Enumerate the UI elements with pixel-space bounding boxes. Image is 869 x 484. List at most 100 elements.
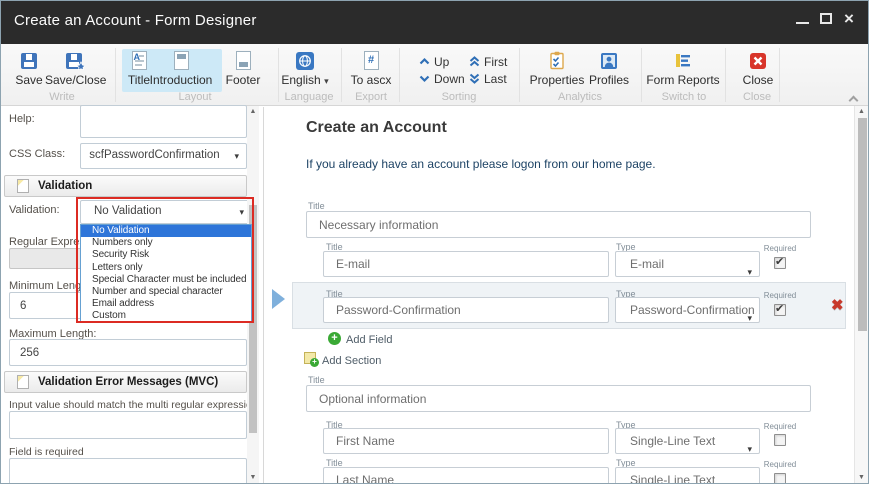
group-label-layout: Layout [178, 91, 212, 103]
form-scrollbar-thumb[interactable] [858, 118, 867, 331]
form-scrollbar[interactable]: ▲ ▼ [854, 106, 868, 483]
minimize-button[interactable] [793, 9, 813, 31]
save-icon [9, 50, 49, 71]
sort-down-button[interactable]: Down [419, 71, 465, 86]
close-window-button[interactable]: × [842, 9, 862, 31]
add-section-link[interactable]: Add Section [322, 355, 381, 367]
scroll-down-icon[interactable]: ▼ [855, 473, 868, 483]
close-form-button[interactable]: Close [734, 50, 782, 92]
chevron-down-icon: ▾ [239, 207, 244, 217]
group-label-write: Write [49, 91, 75, 103]
validation-option[interactable]: Special Character must be included [81, 274, 251, 286]
delete-field-icon[interactable]: ✖ [831, 296, 844, 314]
scroll-up-icon[interactable]: ▲ [247, 107, 259, 117]
required-label: Required [763, 460, 797, 469]
form-intro: If you already have an account please lo… [306, 157, 656, 171]
validation-section-header[interactable]: Validation [4, 175, 247, 197]
required-label: Required [763, 244, 797, 253]
field-title-input[interactable] [323, 297, 609, 323]
language-dropdown-button[interactable]: English ▾ [279, 50, 331, 92]
section-title-input[interactable] [306, 385, 811, 412]
toolbar-separator [725, 48, 726, 102]
save-close-icon [45, 50, 105, 71]
form-heading: Create an Account [306, 119, 447, 136]
field-type-select[interactable]: E-mail ▾ [615, 251, 760, 277]
chevron-down-icon: ▾ [747, 476, 752, 483]
required-checkbox[interactable] [774, 473, 786, 483]
group-label-export: Export [355, 91, 387, 103]
help-input[interactable] [80, 105, 247, 138]
double-chevron-down-icon [469, 73, 480, 84]
save-close-button[interactable]: Save/Close [45, 50, 106, 92]
sort-up-button[interactable]: Up [419, 54, 449, 69]
profiles-button[interactable]: Profiles [585, 50, 633, 92]
introduction-doc-icon [149, 50, 213, 71]
chevron-down-icon: ▾ [747, 313, 752, 323]
minimize-icon [796, 22, 809, 24]
required-checkbox[interactable] [774, 434, 786, 446]
validation-select[interactable]: No Validation ▾ [80, 200, 252, 224]
error-message-1-input[interactable] [9, 411, 247, 439]
maximum-length-input[interactable] [9, 339, 247, 366]
group-label-sorting: Sorting [441, 91, 477, 103]
footer-doc-icon [219, 50, 267, 71]
validation-option[interactable]: Numbers only [81, 237, 251, 249]
window-close-icon: × [844, 9, 854, 28]
validation-option[interactable]: Letters only [81, 262, 251, 274]
chevron-down-icon: ▾ [747, 444, 752, 454]
chevron-down-icon: ▾ [234, 151, 239, 161]
form-reports-button[interactable]: Form Reports [645, 50, 721, 92]
titlebar: Create an Account - Form Designer × [1, 1, 868, 44]
required-checkbox[interactable] [774, 255, 786, 269]
panel-divider [263, 107, 264, 483]
save-button[interactable]: Save [9, 50, 49, 92]
validation-option[interactable]: Custom [81, 310, 251, 321]
properties-button[interactable]: Properties [529, 50, 585, 92]
sort-first-button[interactable]: First [469, 54, 507, 69]
double-chevron-up-icon [469, 56, 480, 67]
add-field-link[interactable]: Add Field [346, 334, 392, 346]
section-title-input[interactable] [306, 211, 811, 238]
help-label: Help: [9, 113, 35, 125]
error-message-1-label: Input value should match the multi regul… [9, 399, 258, 411]
footer-button[interactable]: Footer [219, 50, 267, 92]
chevron-down-icon: ▾ [747, 267, 752, 277]
add-section-icon[interactable]: + [304, 352, 319, 367]
globe-icon [279, 50, 331, 71]
validation-option[interactable]: Email address [81, 298, 251, 310]
profiles-person-icon [585, 50, 633, 71]
toolbar: Save Save/Close A Title Introduction Foo… [1, 44, 868, 106]
validation-option[interactable]: Security Risk [81, 249, 251, 261]
section-title-label: Title [308, 201, 325, 211]
field-type-select[interactable]: Single-Line Text ▾ [615, 428, 760, 454]
field-title-input[interactable] [323, 467, 609, 483]
maximize-button[interactable] [817, 9, 837, 31]
close-red-icon [734, 50, 782, 71]
to-ascx-button[interactable]: # To ascx [347, 50, 395, 92]
error-messages-section-header[interactable]: Validation Error Messages (MVC) [4, 371, 247, 393]
required-checkbox[interactable] [774, 302, 786, 316]
group-label-close: Close [742, 91, 772, 103]
error-message-2-input[interactable] [9, 458, 247, 483]
field-type-select[interactable]: Password-Confirmation ▾ [615, 297, 760, 323]
chevron-down-icon [419, 75, 430, 83]
field-title-input[interactable] [323, 251, 609, 277]
scroll-down-icon[interactable]: ▼ [247, 473, 259, 483]
field-title-input[interactable] [323, 428, 609, 454]
toolbar-separator [519, 48, 520, 102]
add-field-icon[interactable]: + [328, 332, 341, 345]
scroll-up-icon[interactable]: ▲ [855, 107, 868, 117]
section-page-icon [17, 179, 29, 193]
validation-option[interactable]: Number and special character [81, 286, 251, 298]
form-reports-icon [645, 50, 721, 71]
introduction-button[interactable]: Introduction [149, 50, 213, 92]
css-class-select[interactable]: scfPasswordConfirmation ▾ [80, 143, 247, 169]
collapse-toolbar-button[interactable] [848, 94, 859, 106]
selected-field-pointer-icon [272, 289, 285, 309]
toolbar-separator [641, 48, 642, 102]
form-designer-window: Create an Account - Form Designer × Save… [0, 0, 869, 484]
validation-option[interactable]: No Validation [81, 225, 251, 238]
sort-last-button[interactable]: Last [469, 71, 507, 86]
group-label-switch-to: Switch to [661, 91, 707, 103]
field-type-select[interactable]: Single-Line Text ▾ [615, 467, 760, 483]
